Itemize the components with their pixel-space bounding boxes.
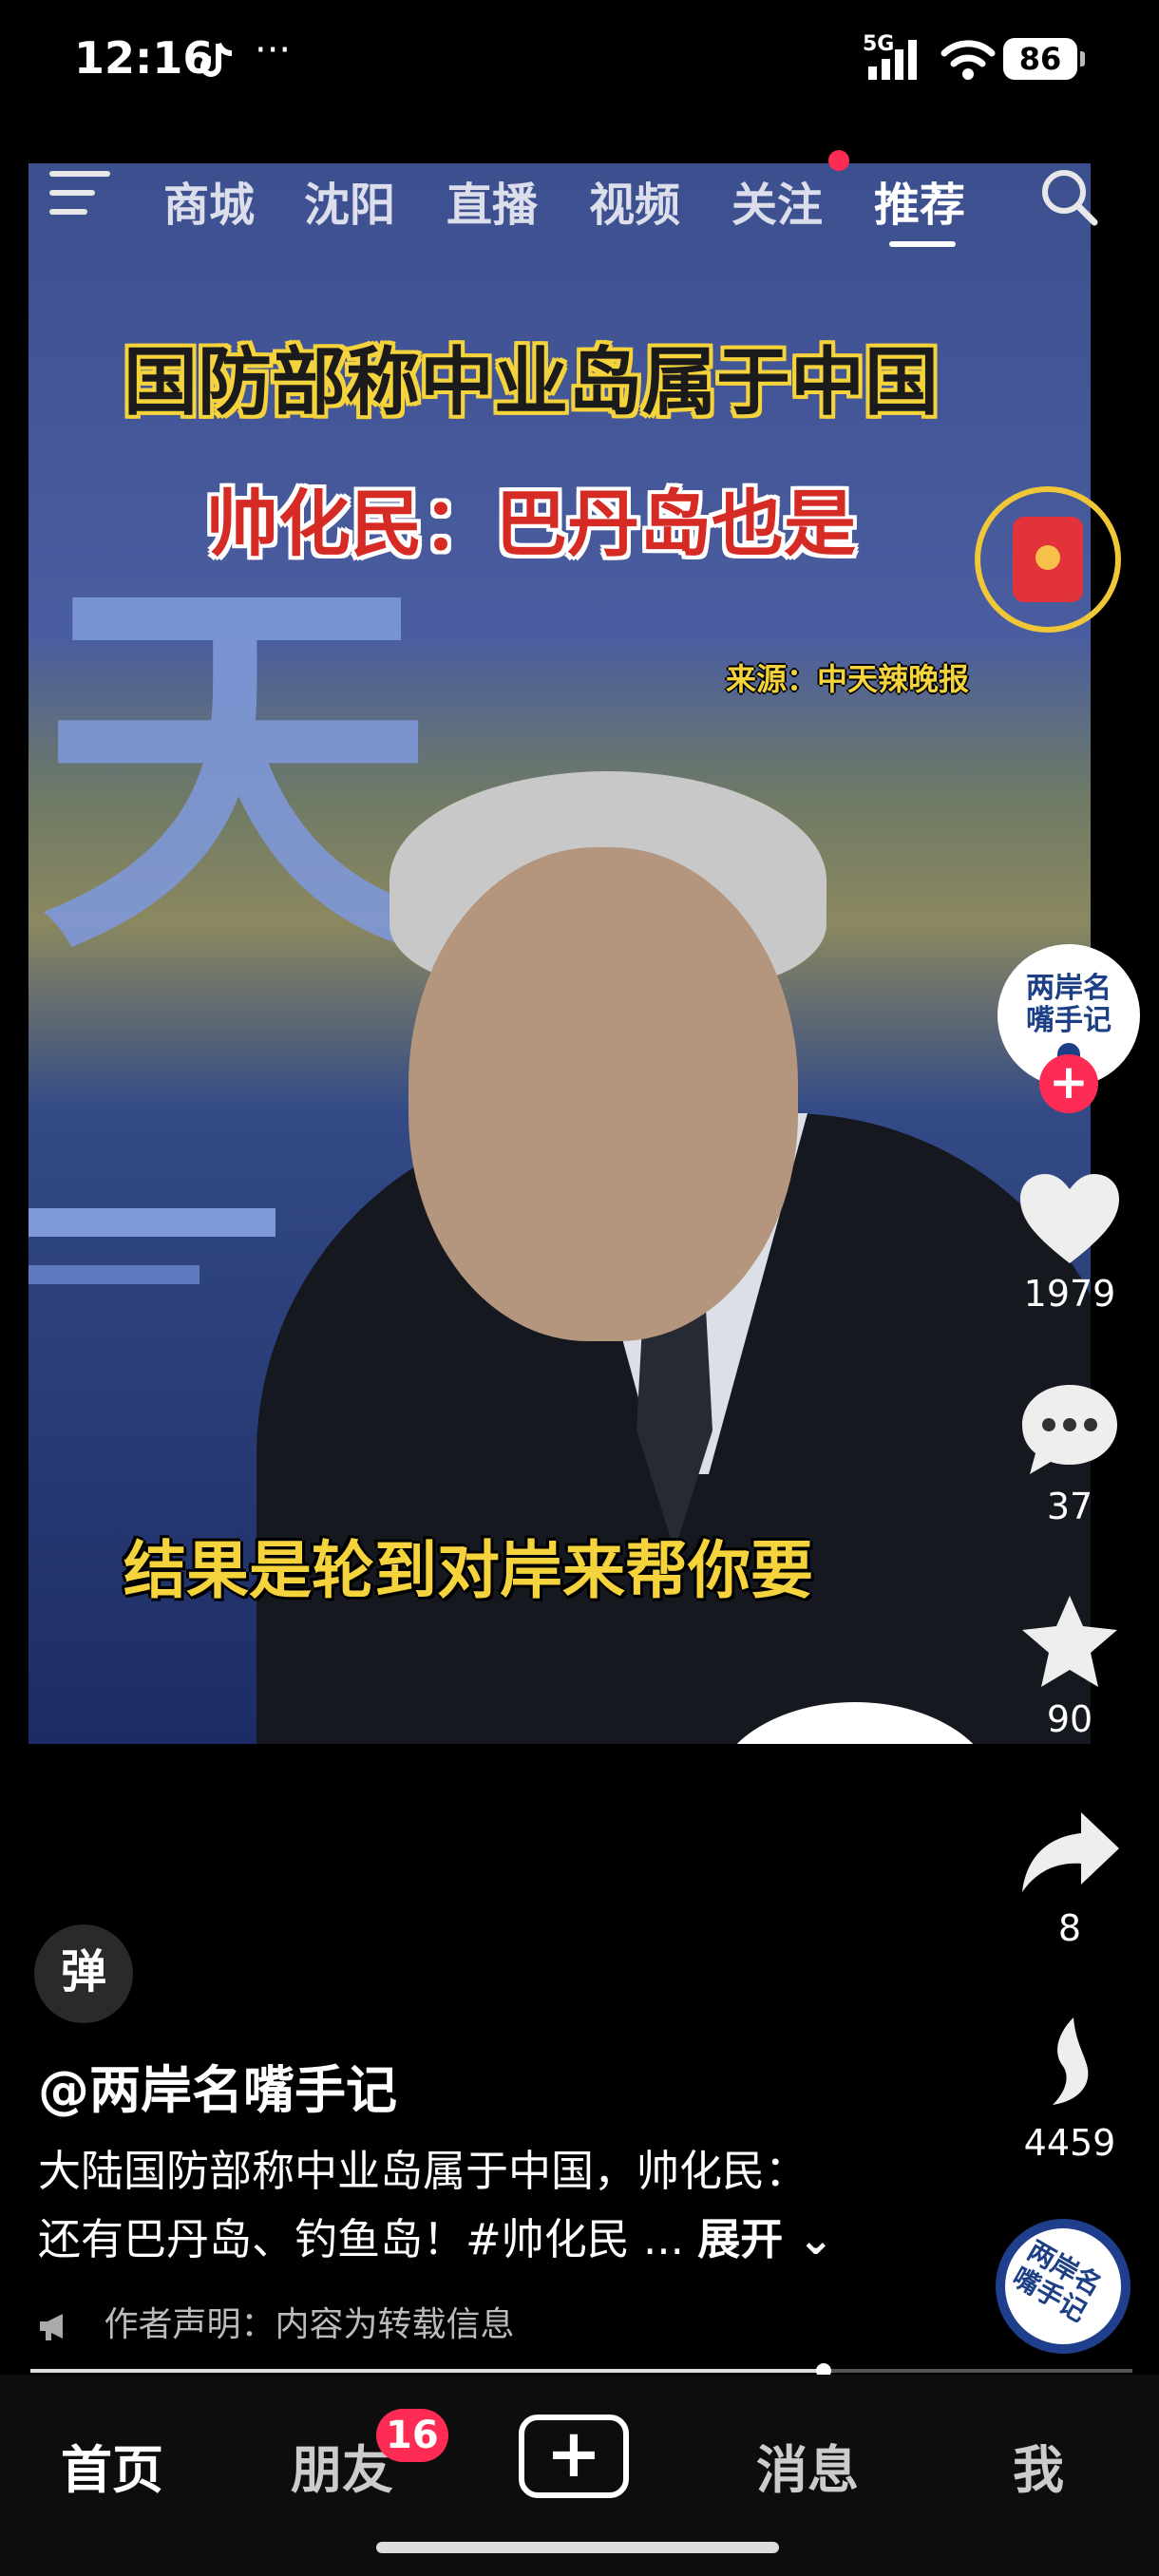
video-title-line1: 国防部称中业岛属于中国: [0, 323, 1062, 429]
status-bar: 12:16 ··· 5G 86: [0, 0, 1159, 123]
author-notice: 作者声明：内容为转载信息: [38, 2297, 514, 2346]
studio-stripe: [28, 1208, 276, 1237]
description-line1: 大陆国防部称中业岛属于中国，帅化民：: [38, 2146, 808, 2196]
speaker-head: [408, 847, 798, 1341]
share-count: 8: [1057, 1907, 1082, 1949]
expand-label: 展开: [697, 2214, 784, 2264]
heart-icon[interactable]: [1016, 1170, 1123, 1269]
create-button[interactable]: +: [519, 2415, 629, 2498]
share-icon[interactable]: [1016, 1805, 1123, 1904]
nav-home[interactable]: 首页: [61, 2428, 163, 2503]
comment-count: 37: [1046, 1486, 1093, 1527]
megaphone-icon: [40, 2314, 63, 2340]
video-progress-bar[interactable]: [30, 2369, 824, 2373]
recommend-icon[interactable]: [1016, 2014, 1123, 2112]
status-more-dots: ···: [255, 28, 292, 72]
nav-me[interactable]: 我: [1013, 2428, 1064, 2503]
video-subtitle: 结果是轮到对岸来帮你要: [124, 1534, 813, 1607]
description-line2-text: 还有巴丹岛、钓鱼岛！#帅化民 ...: [38, 2214, 684, 2264]
active-tab-underline: [889, 241, 956, 247]
music-disc[interactable]: 两岸名嘴手记: [996, 2219, 1130, 2354]
author-notice-text: 作者声明：内容为转载信息: [104, 2305, 515, 2344]
author-name[interactable]: @两岸名嘴手记: [38, 2048, 397, 2123]
menu-icon[interactable]: [49, 171, 110, 218]
recommend-count: 4459: [1023, 2122, 1116, 2164]
comment-icon[interactable]: [1016, 1379, 1123, 1478]
star-icon[interactable]: [1016, 1592, 1123, 1691]
battery-indicator: 86: [1003, 38, 1085, 80]
favorite-count: 90: [1046, 1698, 1093, 1740]
danmu-toggle-button[interactable]: 弹: [34, 1924, 133, 2023]
tiktok-icon: [200, 42, 233, 77]
tab-live[interactable]: 直播: [446, 167, 538, 234]
follow-button[interactable]: +: [1039, 1054, 1098, 1113]
video-title-line1-text: 国防部称中业岛属于中国: [123, 340, 939, 426]
studio-stripe: [28, 1265, 200, 1284]
tab-following[interactable]: 关注: [732, 167, 823, 234]
signal-icon: [868, 40, 917, 80]
following-notification-dot: [828, 150, 849, 171]
progress-track[interactable]: [824, 2369, 1132, 2373]
wifi-icon: [940, 40, 996, 80]
status-time: 12:16: [74, 32, 214, 84]
video-description[interactable]: 大陆国防部称中业岛属于中国，帅化民： 还有巴丹岛、钓鱼岛！#帅化民 ... 展开…: [38, 2137, 893, 2274]
video-source-tag: 来源：中天辣晚报: [726, 661, 970, 697]
expand-button[interactable]: 展开 ⌄: [697, 2214, 833, 2264]
music-disc-text: 两岸名嘴手记: [1007, 2234, 1108, 2328]
tab-recommend[interactable]: 推荐: [874, 167, 965, 234]
red-packet-icon: [1013, 517, 1083, 602]
tab-mall[interactable]: 商城: [163, 167, 255, 234]
tab-video[interactable]: 视频: [589, 167, 680, 234]
avatar-text: 两岸名嘴手记: [1026, 972, 1112, 1037]
description-line2: 还有巴丹岛、钓鱼岛！#帅化民 ... 展开 ⌄: [38, 2206, 893, 2274]
video-title-line2: 帅化民：巴丹岛也是: [206, 482, 856, 566]
red-packet-button[interactable]: [975, 486, 1121, 633]
tab-shenyang[interactable]: 沈阳: [304, 167, 395, 234]
home-indicator: [376, 2542, 779, 2553]
friends-badge: 16: [376, 2409, 448, 2462]
chevron-down-icon: ⌄: [783, 2214, 834, 2264]
search-icon[interactable]: [1036, 163, 1104, 232]
like-count: 1979: [1023, 1273, 1116, 1315]
nav-messages[interactable]: 消息: [756, 2428, 859, 2503]
